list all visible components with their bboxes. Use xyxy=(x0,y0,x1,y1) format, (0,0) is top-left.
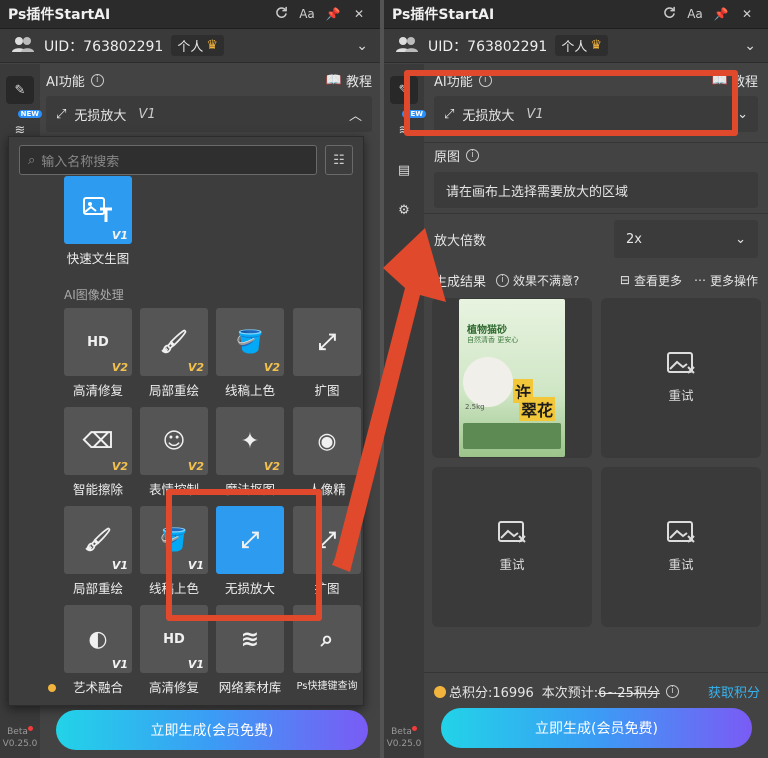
highlight-arrow xyxy=(332,228,446,572)
